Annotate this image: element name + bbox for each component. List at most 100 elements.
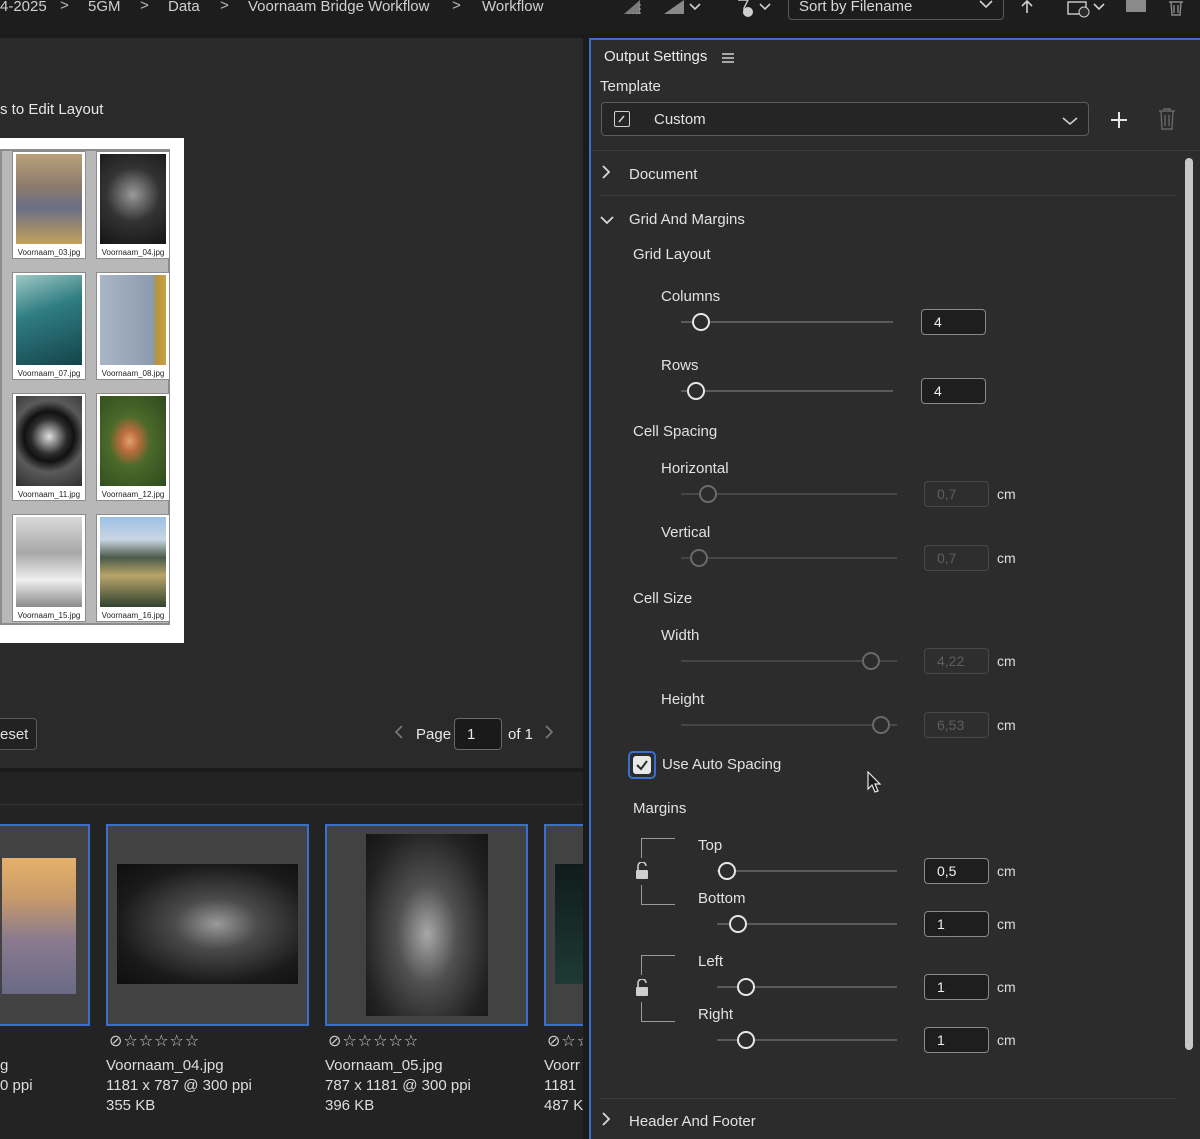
chevron-right-icon[interactable] (601, 164, 611, 185)
margin-top-slider-track[interactable] (717, 870, 897, 872)
breadcrumb-item[interactable]: 4-2025 (0, 0, 47, 15)
breadcrumb-separator: > (60, 0, 69, 14)
sort-select-value: Sort by Filename (799, 0, 913, 15)
rows-input[interactable]: 4 (921, 378, 986, 404)
margin-top-slider-thumb[interactable] (718, 862, 736, 880)
previous-page-icon[interactable] (394, 724, 404, 744)
contact-sheet-page[interactable]: Voornaam_03.jpg Voornaam_04.jpg Voornaam… (0, 138, 184, 643)
rows-slider-track[interactable] (681, 390, 893, 392)
thumbnail-card[interactable] (325, 824, 528, 1026)
cell-image (16, 154, 82, 244)
thumbnail-card[interactable] (0, 824, 90, 1026)
filter-star-icon[interactable] (734, 0, 774, 18)
preview-area: s to Edit Layout Voornaam_03.jpg Voornaa… (0, 38, 583, 768)
auto-spacing-label[interactable]: Use Auto Spacing (662, 756, 781, 773)
cell-spacing-label: Cell Spacing (633, 423, 718, 440)
margin-bottom-input[interactable]: 1 (924, 911, 989, 937)
quality-icon[interactable] (622, 0, 642, 15)
margin-right-input[interactable]: 1 (924, 1027, 989, 1053)
contact-cell[interactable]: Voornaam_08.jpg (96, 272, 170, 380)
add-template-icon[interactable] (1110, 111, 1128, 129)
section-document[interactable]: Document (629, 166, 697, 183)
margin-top-value: 0,5 (937, 863, 957, 879)
rows-value: 4 (934, 383, 942, 399)
rows-slider-thumb[interactable] (687, 382, 705, 400)
breadcrumb-item-current[interactable]: Workflow (482, 0, 543, 15)
margin-bottom-label: Bottom (698, 890, 746, 907)
columns-slider-thumb[interactable] (692, 313, 710, 331)
delete-template-icon[interactable] (1157, 108, 1177, 130)
margin-left-slider-thumb[interactable] (737, 978, 755, 996)
unit-label: cm (997, 916, 1016, 932)
columns-value: 4 (934, 314, 942, 330)
columns-slider-track[interactable] (681, 321, 893, 323)
thumbnail-quality-icon[interactable] (662, 0, 702, 14)
section-divider (591, 150, 1200, 151)
unlock-icon[interactable] (635, 978, 649, 997)
recent-folder-icon[interactable] (1066, 0, 1108, 18)
thumbnail-rating[interactable]: ⊘☆☆☆☆☆ (109, 1031, 200, 1051)
thumbnail-filename: Voornaam_05.jpg (325, 1057, 443, 1074)
panel-scrollbar[interactable] (1185, 158, 1193, 1050)
margin-bottom-slider-thumb[interactable] (729, 915, 747, 933)
columns-label: Columns (661, 288, 721, 305)
contact-cell[interactable]: Voornaam_03.jpg (12, 151, 86, 259)
sort-select[interactable]: Sort by Filename (788, 0, 1004, 20)
cell-width-label: Width (661, 627, 700, 644)
auto-spacing-checkbox[interactable] (633, 756, 651, 774)
contact-cell[interactable]: Voornaam_15.jpg (12, 514, 86, 622)
reset-button[interactable]: eset (0, 718, 37, 750)
chevron-right-icon[interactable] (601, 1111, 611, 1132)
thumbnail-card[interactable] (106, 824, 309, 1026)
trash-icon[interactable] (1166, 0, 1186, 16)
margin-top-label: Top (698, 837, 723, 854)
breadcrumb-item[interactable]: 5GM (88, 0, 121, 15)
thumbnail-rating[interactable]: ⊘☆☆☆☆☆ (328, 1031, 419, 1051)
cell-height-input: 6,53 (924, 712, 989, 738)
link-bracket-bottom (641, 1002, 675, 1022)
thumbnail-image (2, 858, 76, 994)
contact-cell[interactable]: Voornaam_12.jpg (96, 393, 170, 501)
sort-direction-icon[interactable] (1020, 0, 1034, 14)
cell-image (100, 154, 166, 244)
thumbnail-image (117, 864, 298, 984)
unit-label: cm (997, 863, 1016, 879)
thumbnail-filesize: 396 KB (325, 1097, 375, 1114)
breadcrumb-item[interactable]: Data (168, 0, 200, 15)
columns-input[interactable]: 4 (921, 309, 986, 335)
section-grid-and-margins[interactable]: Grid And Margins (629, 211, 745, 228)
cell-height-slider-track (681, 724, 897, 726)
thumbnail-filesize: 355 KB (106, 1097, 156, 1114)
template-select-value: Custom (654, 111, 706, 128)
link-bracket-top (641, 955, 675, 975)
contact-cell[interactable]: Voornaam_04.jpg (96, 151, 170, 259)
unit-label: cm (997, 1032, 1016, 1048)
cell-image (16, 396, 82, 486)
breadcrumb-separator: > (452, 0, 461, 14)
grid-layout-label: Grid Layout (633, 246, 711, 263)
contact-cell[interactable]: Voornaam_16.jpg (96, 514, 170, 622)
custom-template-icon (614, 111, 630, 127)
cell-width-slider-thumb (862, 652, 880, 670)
chevron-down-icon[interactable] (599, 212, 615, 230)
unit-label: cm (997, 486, 1016, 502)
section-header-and-footer[interactable]: Header And Footer (629, 1113, 756, 1130)
page-number-input[interactable]: 1 (454, 718, 502, 750)
new-folder-icon[interactable] (1126, 0, 1146, 12)
margin-top-input[interactable]: 0,5 (924, 858, 989, 884)
panel-menu-icon[interactable] (721, 51, 735, 63)
mouse-cursor-icon (867, 770, 883, 795)
margin-right-slider-thumb[interactable] (737, 1031, 755, 1049)
margin-left-input[interactable]: 1 (924, 974, 989, 1000)
margin-right-value: 1 (937, 1032, 945, 1048)
link-bracket-top (641, 838, 675, 858)
vertical-spacing-value: 0,7 (937, 550, 957, 566)
template-label: Template (600, 78, 661, 95)
contact-cell[interactable]: Voornaam_11.jpg (12, 393, 86, 501)
next-page-icon[interactable] (544, 724, 554, 744)
template-select[interactable]: Custom (601, 102, 1089, 136)
breadcrumb-item[interactable]: Voornaam Bridge Workflow (248, 0, 429, 15)
contact-cell[interactable]: Voornaam_07.jpg (12, 272, 86, 380)
unlock-icon[interactable] (635, 861, 649, 880)
vertical-spacing-slider-thumb (690, 549, 708, 567)
